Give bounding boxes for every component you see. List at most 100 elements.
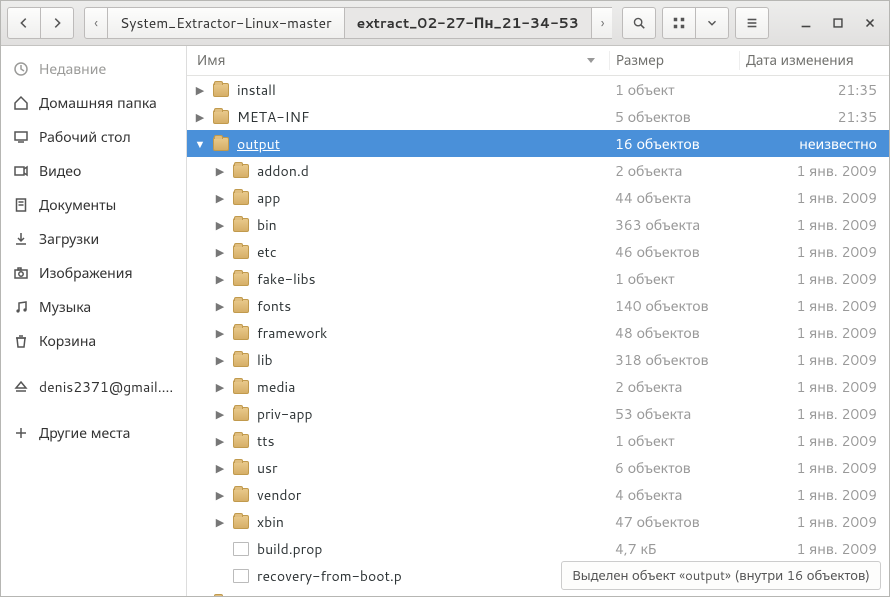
file-row[interactable]: ▶lib318 объектов1 янв. 2009 <box>187 346 889 373</box>
path-seg-0-label: System_Extractor-Linux-master <box>120 13 332 33</box>
download-icon <box>13 231 29 247</box>
forward-button[interactable] <box>40 7 74 39</box>
sidebar-account-label: denis2371@gmail.… <box>39 377 173 397</box>
file-name: framework <box>257 323 327 343</box>
chevron-right-icon[interactable]: ▶ <box>213 352 227 368</box>
file-icon <box>233 542 249 556</box>
file-date: 1 янв. 2009 <box>739 431 889 451</box>
column-size[interactable]: Размер <box>609 51 739 70</box>
chevron-right-icon[interactable]: ▶ <box>213 514 227 530</box>
chevron-right-icon[interactable]: ▶ <box>213 433 227 449</box>
file-size: 4 объекта <box>609 485 739 505</box>
sidebar-item-5[interactable]: Загрузки <box>1 222 186 256</box>
folder-icon <box>213 137 229 151</box>
file-row[interactable]: ▶app44 объекта1 янв. 2009 <box>187 184 889 211</box>
file-date: 1 янв. 2009 <box>739 269 889 289</box>
chevron-right-icon[interactable]: ▶ <box>213 460 227 476</box>
sort-indicator-icon <box>587 58 595 63</box>
file-listing[interactable]: ▶install1 объект21:35▶META-INF5 объектов… <box>187 76 889 596</box>
folder-icon <box>233 380 249 394</box>
file-row[interactable]: ▶etc46 объектов1 янв. 2009 <box>187 238 889 265</box>
file-date: 1 янв. 2009 <box>739 404 889 424</box>
sidebar-item-3[interactable]: Видео <box>1 154 186 188</box>
file-date: 1 янв. 2009 <box>739 161 889 181</box>
chevron-right-icon[interactable]: ▶ <box>213 244 227 260</box>
chevron-right-icon[interactable]: ▶ <box>193 109 207 125</box>
file-date: 1 янв. 2009 <box>739 296 889 316</box>
folder-icon <box>233 326 249 340</box>
file-row[interactable]: ▶fonts140 объектов1 янв. 2009 <box>187 292 889 319</box>
file-row[interactable]: ▶vendor4 объекта1 янв. 2009 <box>187 481 889 508</box>
chevron-right-icon[interactable]: ▶ <box>213 217 227 233</box>
sidebar-item-7[interactable]: Музыка <box>1 290 186 324</box>
file-name: build.prop <box>257 539 322 559</box>
maximize-button[interactable] <box>825 7 851 39</box>
chevron-right-icon[interactable]: ▶ <box>213 406 227 422</box>
chevron-right-icon[interactable]: ▶ <box>213 487 227 503</box>
search-button[interactable] <box>622 7 656 39</box>
folder-icon <box>213 83 229 97</box>
path-seg-1[interactable]: extract_02-27-Пн_21-34-53 <box>344 7 592 39</box>
column-date-label: Дата изменения <box>746 51 854 70</box>
file-row[interactable]: ▶media2 объекта1 янв. 2009 <box>187 373 889 400</box>
file-row[interactable]: ▶priv-app53 объекта1 янв. 2009 <box>187 400 889 427</box>
file-row[interactable]: ▶META-INF5 объектов21:35 <box>187 103 889 130</box>
sidebar-item-label: Изображения <box>39 263 133 283</box>
back-button[interactable] <box>7 7 41 39</box>
chevron-right-icon[interactable]: ▶ <box>213 298 227 314</box>
column-name-label: Имя <box>197 51 225 70</box>
sidebar-item-0[interactable]: Недавние <box>1 52 186 86</box>
file-size: 363 объекта <box>609 215 739 235</box>
sidebar-item-label: Домашняя папка <box>39 93 157 113</box>
folder-icon <box>233 164 249 178</box>
view-menu-button[interactable] <box>695 7 729 39</box>
file-row[interactable]: ▶bin363 объекта1 янв. 2009 <box>187 211 889 238</box>
column-name[interactable]: Имя <box>187 51 609 70</box>
file-row[interactable]: ▼output16 объектовнеизвестно <box>187 130 889 157</box>
sidebar-item-label: Недавние <box>39 59 106 79</box>
chevron-right-icon[interactable]: ▶ <box>193 82 207 98</box>
sidebar-account[interactable]: denis2371@gmail.… <box>1 370 186 404</box>
sidebar-item-2[interactable]: Рабочий стол <box>1 120 186 154</box>
file-date: 1 янв. 2009 <box>739 323 889 343</box>
chevron-right-icon[interactable]: ▶ <box>213 190 227 206</box>
chevron-right-icon[interactable]: ▶ <box>213 379 227 395</box>
file-date: 1 янв. 2009 <box>739 377 889 397</box>
menu-button[interactable] <box>735 7 769 39</box>
sidebar-item-4[interactable]: Документы <box>1 188 186 222</box>
chevron-down-icon[interactable]: ▼ <box>193 136 207 152</box>
minimize-button[interactable] <box>793 7 819 39</box>
sidebar-item-1[interactable]: Домашняя папка <box>1 86 186 120</box>
file-row[interactable]: ▶tts1 объект1 янв. 2009 <box>187 427 889 454</box>
path-chev-right[interactable]: › <box>591 7 612 39</box>
path-seg-0[interactable]: System_Extractor-Linux-master <box>107 7 345 39</box>
column-date[interactable]: Дата изменения <box>739 51 889 70</box>
file-row[interactable]: ▶usr6 объектов1 янв. 2009 <box>187 454 889 481</box>
file-row[interactable]: ▶ framework 48 объектов1 янв. 2009 <box>187 319 889 346</box>
file-row[interactable]: ▶fake-libs1 объект1 янв. 2009 <box>187 265 889 292</box>
clock-icon <box>13 61 29 77</box>
sidebar-item-6[interactable]: Изображения <box>1 256 186 290</box>
file-date: неизвестно <box>739 134 889 154</box>
chevron-right-icon[interactable]: ▶ <box>213 271 227 287</box>
sidebar-other-places[interactable]: Другие места <box>1 416 186 450</box>
file-size: 1 объект <box>609 269 739 289</box>
chevron-right-icon[interactable]: ▶ <box>213 163 227 179</box>
file-row[interactable]: ▶addon.d2 объекта1 янв. 2009 <box>187 157 889 184</box>
sidebar: НедавниеДомашняя папкаРабочий столВидеоД… <box>1 46 187 596</box>
file-size: 48 объектов <box>609 323 739 343</box>
file-row[interactable]: ▶system <box>187 589 889 596</box>
file-row[interactable]: build.prop4,7 кБ1 янв. 2009 <box>187 535 889 562</box>
view-grid-button[interactable] <box>662 7 696 39</box>
file-date: 1 янв. 2009 <box>739 485 889 505</box>
file-row[interactable]: ▶xbin47 объектов1 янв. 2009 <box>187 508 889 535</box>
file-row[interactable]: ▶install1 объект21:35 <box>187 76 889 103</box>
file-size: 44 объекта <box>609 188 739 208</box>
path-chev-left[interactable]: ‹ <box>84 7 108 39</box>
status-text: Выделен объект «output» (внутри 16 объек… <box>572 567 870 585</box>
sidebar-item-8[interactable]: Корзина <box>1 324 186 358</box>
chevron-right-icon[interactable]: ▶ <box>193 595 207 597</box>
chevron-right-icon[interactable]: ▶ <box>213 325 227 341</box>
file-date: 1 янв. 2009 <box>739 242 889 262</box>
close-button[interactable] <box>857 7 883 39</box>
